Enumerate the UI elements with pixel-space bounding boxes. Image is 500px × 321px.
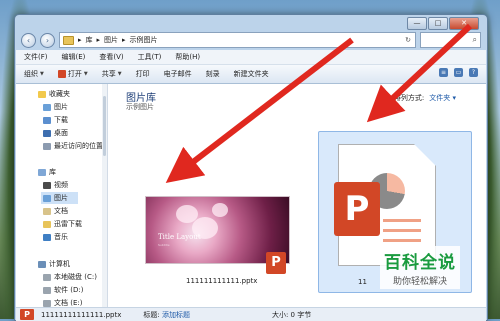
red-arrow-left xyxy=(165,37,354,183)
red-arrow-right xyxy=(366,23,473,123)
watermark: 百科全说 助你轻松解决 xyxy=(380,246,460,289)
watermark-title: 百科全说 xyxy=(384,253,456,273)
watermark-subtitle: 助你轻松解决 xyxy=(392,277,447,287)
